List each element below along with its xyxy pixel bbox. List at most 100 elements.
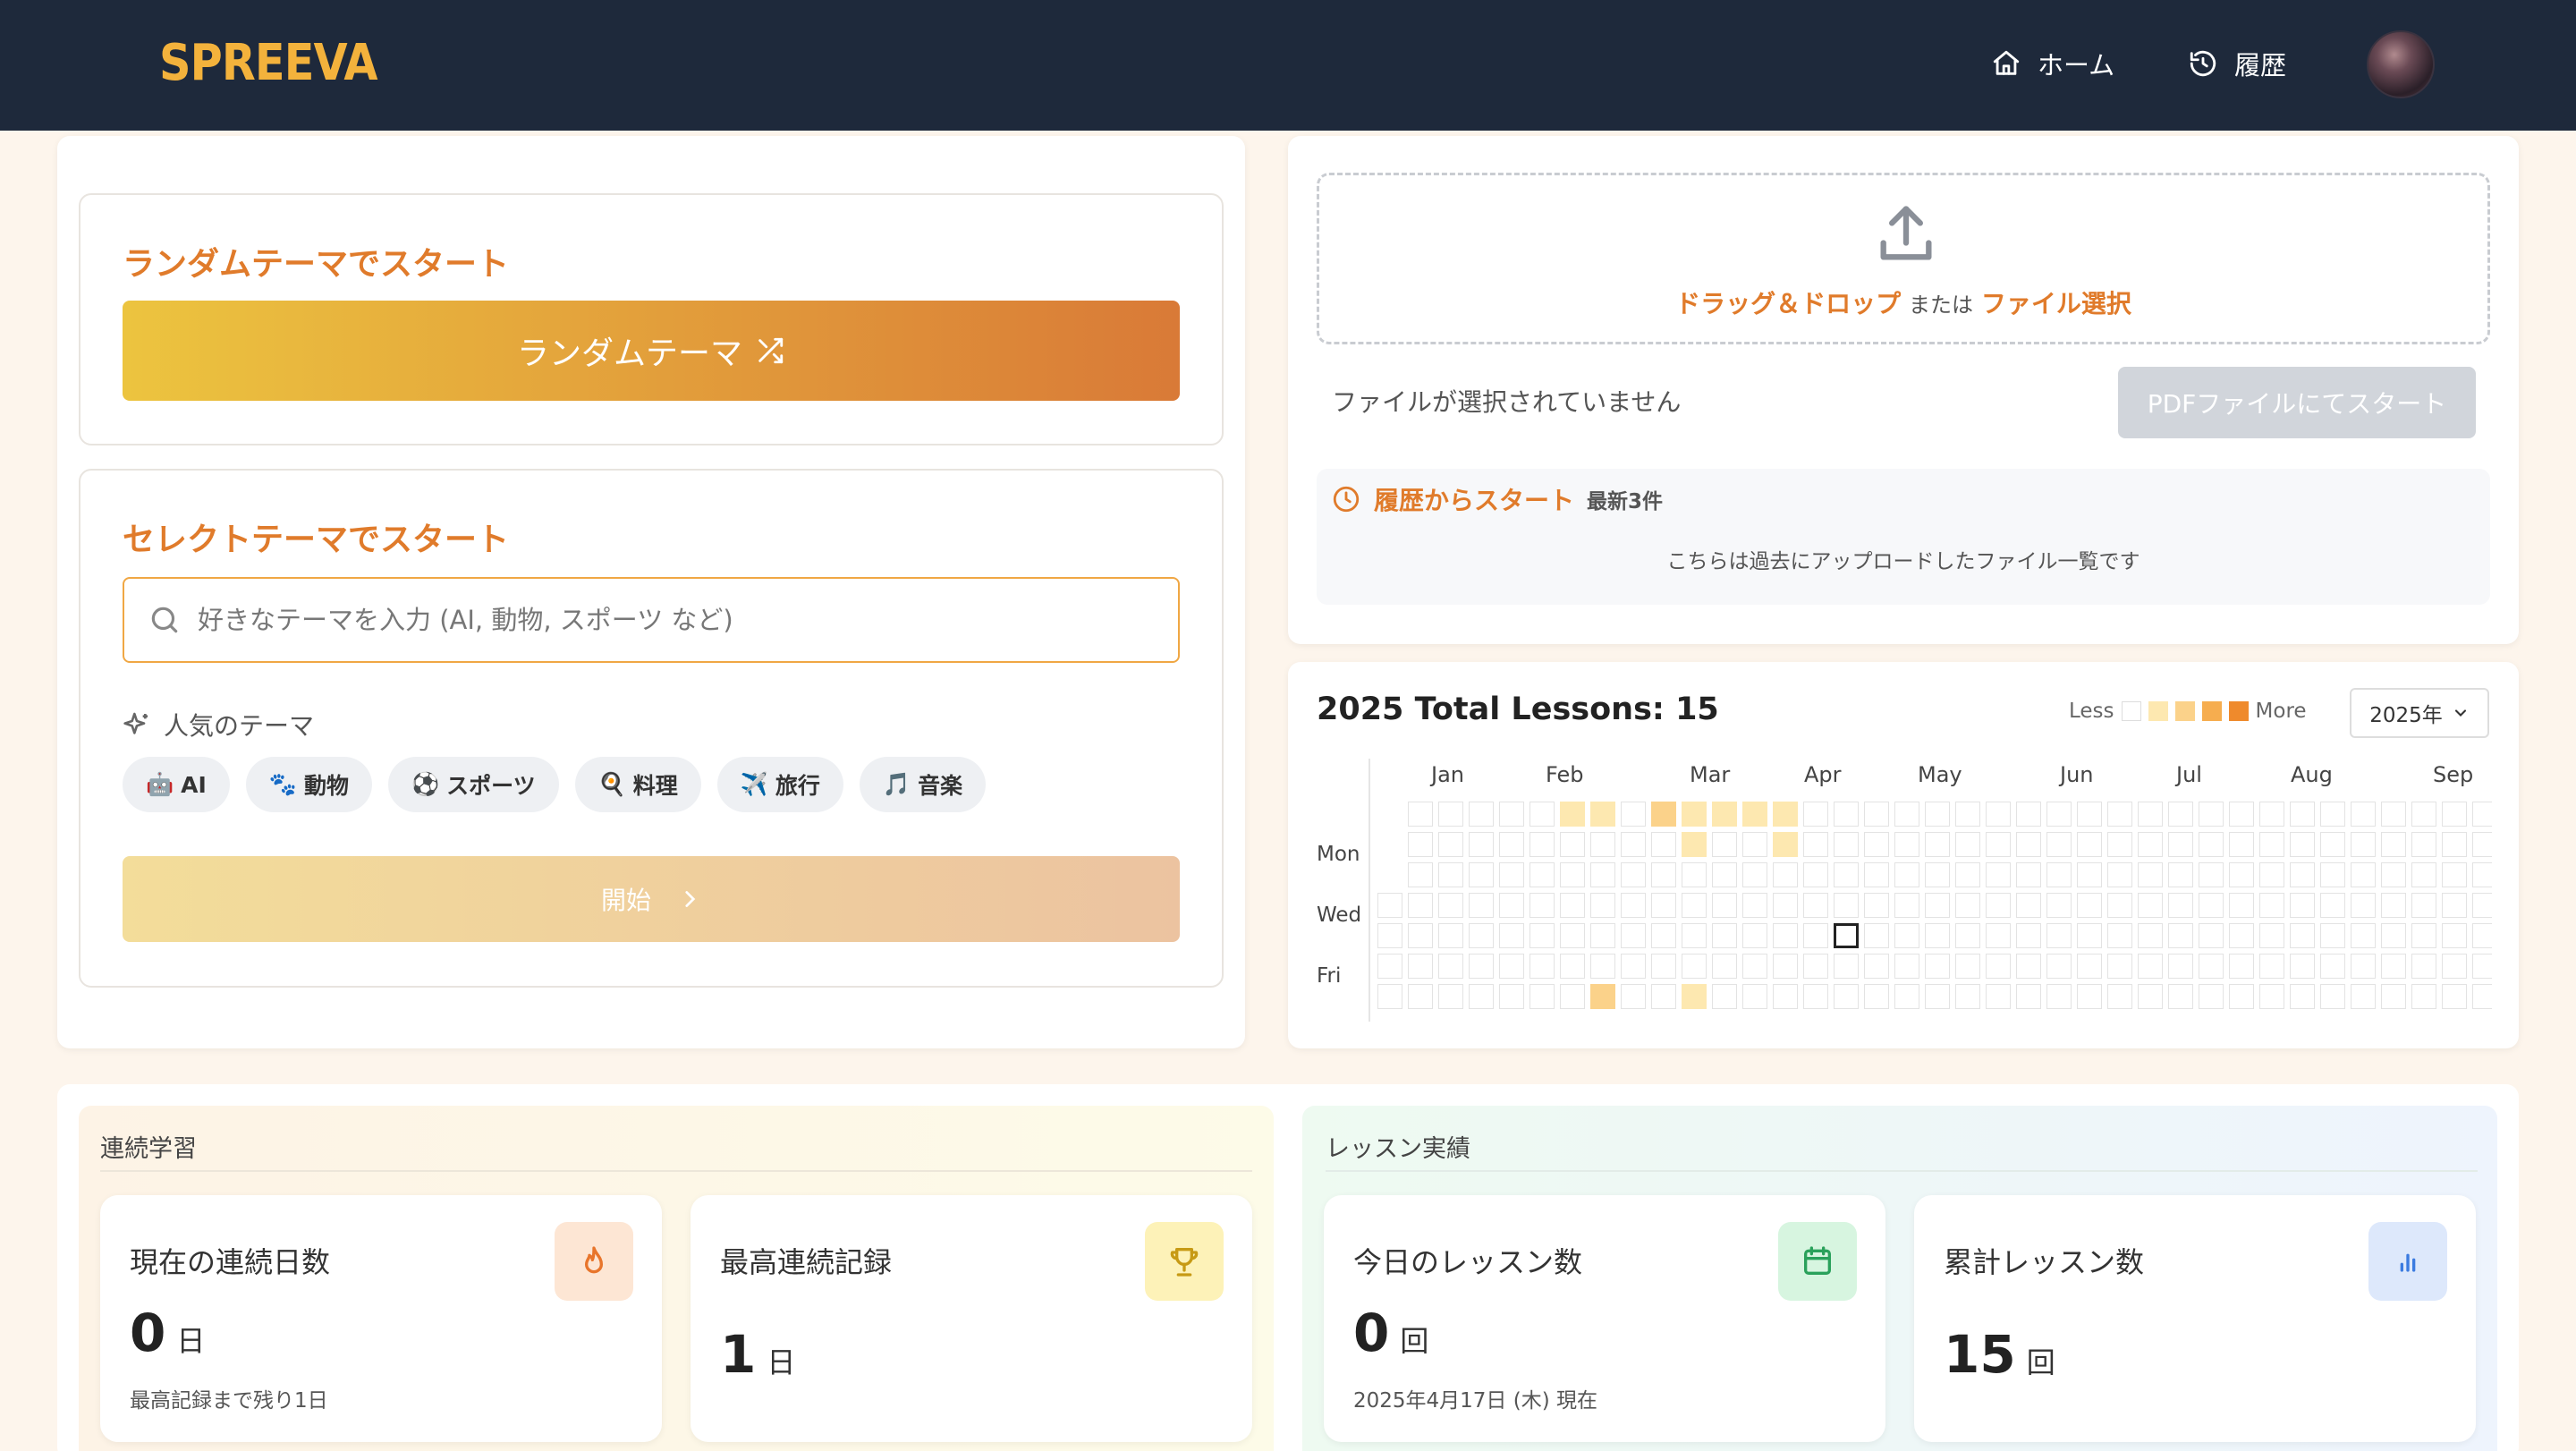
heatmap-day-cell[interactable] [2229, 923, 2254, 948]
heatmap-day-cell[interactable] [1986, 893, 2011, 918]
heatmap-day-cell[interactable] [1742, 802, 1767, 827]
heatmap-day-cell[interactable] [1894, 802, 1919, 827]
heatmap-day-cell[interactable] [2016, 893, 2041, 918]
heatmap-day-cell[interactable] [2077, 923, 2102, 948]
heatmap-day-cell[interactable] [1560, 984, 1585, 1009]
heatmap-day-cell[interactable] [2229, 832, 2254, 857]
heatmap-day-cell[interactable] [2411, 984, 2436, 1009]
heatmap-day-cell[interactable] [1803, 832, 1828, 857]
heatmap-day-cell[interactable] [2351, 923, 2376, 948]
heatmap-day-cell[interactable] [2077, 832, 2102, 857]
heatmap-day-cell[interactable] [1438, 893, 1463, 918]
heatmap-day-cell[interactable] [1438, 984, 1463, 1009]
history-title[interactable]: 履歴からスタート [1374, 481, 1574, 517]
heatmap-day-cell[interactable] [2138, 802, 2163, 827]
heatmap-day-cell[interactable] [2381, 923, 2406, 948]
chip-sports[interactable]: ⚽ スポーツ [387, 757, 559, 812]
heatmap-day-cell[interactable] [1377, 893, 1402, 918]
heatmap-day-cell[interactable] [2107, 954, 2132, 979]
heatmap-day-cell[interactable] [2259, 893, 2284, 918]
nav-history[interactable]: 履歴 [2188, 45, 2286, 82]
heatmap-day-cell[interactable] [1682, 802, 1707, 827]
heatmap-day-cell[interactable] [2168, 802, 2193, 827]
heatmap-day-cell[interactable] [1834, 984, 1859, 1009]
heatmap-day-cell[interactable] [2320, 802, 2345, 827]
heatmap-day-cell[interactable] [1408, 954, 1433, 979]
heatmap-day-cell[interactable] [1803, 802, 1828, 827]
heatmap-day-cell[interactable] [1621, 832, 1646, 857]
heatmap-day-cell[interactable] [1712, 832, 1737, 857]
heatmap-day-cell[interactable] [2046, 802, 2072, 827]
heatmap-day-cell[interactable] [2472, 802, 2492, 827]
heatmap-day-cell[interactable] [1925, 893, 1950, 918]
heatmap-day-cell[interactable] [2229, 984, 2254, 1009]
heatmap-day-cell[interactable] [1742, 923, 1767, 948]
heatmap-day-cell[interactable] [2472, 832, 2492, 857]
heatmap-day-cell[interactable] [1864, 923, 1889, 948]
heatmap-day-cell[interactable] [1803, 893, 1828, 918]
logo[interactable]: SPREEVA [159, 34, 378, 92]
heatmap-day-cell[interactable] [2107, 802, 2132, 827]
heatmap-day-cell[interactable] [2290, 923, 2315, 948]
heatmap-day-cell[interactable] [2168, 832, 2193, 857]
heatmap-day-cell[interactable] [2046, 984, 2072, 1009]
heatmap-day-cell[interactable] [2199, 802, 2224, 827]
heatmap-day-cell[interactable] [2259, 954, 2284, 979]
heatmap-day-cell[interactable] [1499, 862, 1524, 887]
heatmap-day-cell[interactable] [1377, 984, 1402, 1009]
heatmap-day-cell[interactable] [1955, 832, 1980, 857]
heatmap-day-cell[interactable] [1955, 984, 1980, 1009]
heatmap-day-cell[interactable] [2320, 862, 2345, 887]
heatmap-day-cell[interactable] [1438, 802, 1463, 827]
heatmap-day-cell[interactable] [1530, 862, 1555, 887]
heatmap-day-cell[interactable] [2168, 862, 2193, 887]
heatmap-day-cell[interactable] [2381, 862, 2406, 887]
chip-ai[interactable]: 🤖 AI [123, 757, 230, 812]
heatmap-day-cell[interactable] [1986, 923, 2011, 948]
heatmap-day-cell[interactable] [1651, 954, 1676, 979]
heatmap-day-cell[interactable] [1590, 832, 1615, 857]
heatmap-day-cell[interactable] [2107, 862, 2132, 887]
heatmap-day-cell[interactable] [2320, 893, 2345, 918]
heatmap-day-cell[interactable] [2351, 954, 2376, 979]
heatmap-day-cell[interactable] [2351, 862, 2376, 887]
heatmap-day-cell[interactable] [1530, 954, 1555, 979]
heatmap-day-cell[interactable] [1438, 954, 1463, 979]
heatmap-day-cell[interactable] [1408, 923, 1433, 948]
heatmap-day-cell[interactable] [1986, 984, 2011, 1009]
heatmap-day-cell[interactable] [1590, 862, 1615, 887]
heatmap-day-cell[interactable] [2472, 862, 2492, 887]
heatmap-day-cell[interactable] [1682, 923, 1707, 948]
heatmap-day-cell[interactable] [2472, 954, 2492, 979]
heatmap-day-cell[interactable] [1834, 862, 1859, 887]
heatmap-day-cell[interactable] [2411, 862, 2436, 887]
heatmap-day-cell[interactable] [1955, 893, 1980, 918]
heatmap-day-cell[interactable] [1560, 954, 1585, 979]
heatmap-day-cell[interactable] [1925, 923, 1950, 948]
heatmap-day-cell[interactable] [2046, 954, 2072, 979]
chip-animals[interactable]: 🐾 動物 [245, 757, 372, 812]
heatmap-day-cell[interactable] [1864, 984, 1889, 1009]
file-select-link[interactable]: ファイル選択 [1981, 289, 2131, 318]
heatmap-day-cell[interactable] [2351, 832, 2376, 857]
heatmap-day-cell[interactable] [1803, 923, 1828, 948]
heatmap-day-cell[interactable] [1712, 893, 1737, 918]
heatmap-day-cell[interactable] [1560, 802, 1585, 827]
heatmap-day-cell[interactable] [2077, 862, 2102, 887]
file-dropzone[interactable]: ドラッグ＆ドロップ または ファイル選択 [1317, 173, 2490, 344]
heatmap-day-cell[interactable] [2138, 984, 2163, 1009]
heatmap-day-cell[interactable] [2381, 893, 2406, 918]
heatmap-day-cell[interactable] [1408, 802, 1433, 827]
heatmap-day-cell[interactable] [1530, 893, 1555, 918]
heatmap-day-cell[interactable] [2411, 954, 2436, 979]
heatmap-day-cell[interactable] [2472, 893, 2492, 918]
heatmap-day-cell[interactable] [1712, 862, 1737, 887]
heatmap-day-cell[interactable] [2229, 893, 2254, 918]
heatmap-day-cell[interactable] [2320, 984, 2345, 1009]
heatmap-day-cell[interactable] [1712, 802, 1737, 827]
heatmap-day-cell[interactable] [2077, 893, 2102, 918]
heatmap-day-cell[interactable] [2138, 954, 2163, 979]
heatmap-day-cell[interactable] [1651, 862, 1676, 887]
heatmap-day-cell[interactable] [1682, 984, 1707, 1009]
heatmap-day-cell[interactable] [1377, 923, 1402, 948]
